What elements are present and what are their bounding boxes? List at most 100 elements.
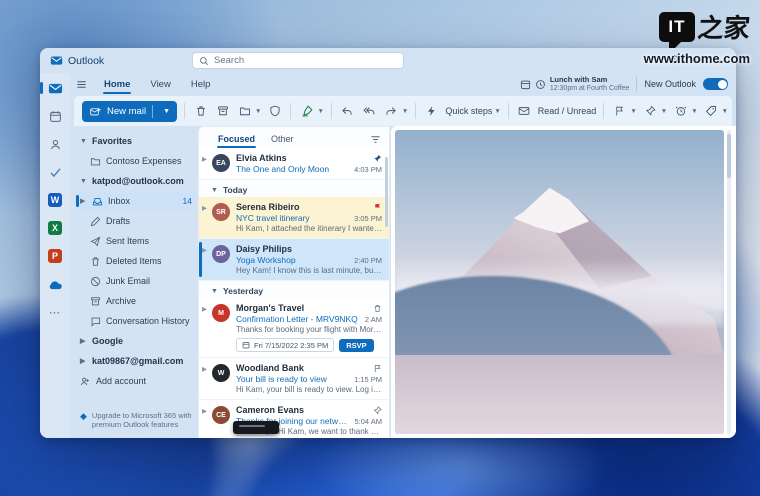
- quick-steps-icon[interactable]: [423, 102, 440, 120]
- pin-icon[interactable]: [373, 154, 382, 163]
- event-chip[interactable]: Fri 7/15/2022 2:35 PM: [236, 338, 335, 352]
- chevron-right-icon: ▶: [80, 338, 86, 345]
- expand-icon[interactable]: ▶: [202, 365, 207, 373]
- message-row[interactable]: ▶ W Woodland Bank Your bill is ready to …: [199, 358, 389, 400]
- report-icon[interactable]: [266, 102, 283, 120]
- junk-icon: [90, 276, 101, 287]
- folder-contoso-expenses[interactable]: Contoso Expenses: [76, 151, 196, 171]
- rail-calendar-icon[interactable]: [44, 106, 66, 126]
- rail-word-icon[interactable]: W: [44, 190, 66, 210]
- message-row[interactable]: ▶ CE Cameron Evans joining our network 5…: [199, 400, 389, 438]
- expand-icon[interactable]: ▶: [202, 407, 207, 415]
- ribbon-more-icon[interactable]: ⋯: [735, 105, 736, 118]
- tab-help[interactable]: Help: [182, 76, 220, 93]
- group-header-yesterday[interactable]: ▼ Yesterday: [199, 281, 389, 298]
- message-list-scrollbar[interactable]: [384, 157, 388, 227]
- message-row-selected[interactable]: ▶ DP Daisy Philips Yoga Workshop 2:40 PM: [199, 239, 389, 281]
- rsvp-button[interactable]: RSVP: [339, 338, 374, 352]
- flag-hover-icon[interactable]: [373, 364, 382, 373]
- nav-toggle-icon[interactable]: [76, 79, 87, 90]
- reply-icon[interactable]: [339, 102, 356, 120]
- expand-icon[interactable]: ▶: [202, 204, 207, 212]
- group-header-today[interactable]: ▼ Today: [199, 180, 389, 197]
- desktop: IT 之家 www.ithome.com Outlook Search ⚙ ✧: [0, 0, 760, 496]
- new-mail-button[interactable]: New mail ▼: [82, 100, 177, 122]
- rail-powerpoint-icon[interactable]: P: [44, 246, 66, 266]
- upgrade-banner[interactable]: ◆ Upgrade to Microsoft 365 with premium …: [76, 411, 196, 431]
- my-day-clock-icon: [535, 79, 546, 90]
- reading-pane-scrollbar[interactable]: [727, 130, 731, 434]
- chevron-down-icon[interactable]: ▼: [402, 108, 408, 115]
- avatar: W: [212, 364, 230, 382]
- chevron-down-icon: ▼: [211, 186, 218, 194]
- rail-onedrive-icon[interactable]: [44, 274, 66, 294]
- add-account-button[interactable]: Add account: [76, 371, 196, 391]
- chevron-down-icon[interactable]: ▼: [630, 108, 636, 115]
- message-row[interactable]: ▶ SR Serena Ribeiro NYC travel itinerary…: [199, 197, 389, 239]
- expand-icon[interactable]: ▶: [202, 155, 207, 163]
- new-outlook-toggle[interactable]: [703, 78, 728, 91]
- move-to-folder-icon[interactable]: [236, 102, 253, 120]
- account-header-outlook[interactable]: ▼ katpod@outlook.com: [76, 171, 196, 191]
- rail-more-apps-icon[interactable]: ⋯: [44, 302, 66, 322]
- folder-drafts[interactable]: Drafts: [76, 211, 196, 231]
- folder-deleted-items[interactable]: Deleted Items: [76, 251, 196, 271]
- quick-steps-label[interactable]: Quick steps: [445, 106, 492, 116]
- ribbon: New mail ▼ ▼ ▼ ▼ Quick steps ▼ Read / Un…: [74, 96, 736, 126]
- archive-hover-icon[interactable]: [373, 304, 382, 313]
- chevron-down-icon[interactable]: ▼: [661, 108, 667, 115]
- rail-excel-icon[interactable]: X: [44, 218, 66, 238]
- folder-sent-items[interactable]: Sent Items: [76, 231, 196, 251]
- forward-icon[interactable]: [383, 102, 400, 120]
- pin-hover-icon[interactable]: [373, 405, 382, 415]
- favorites-header[interactable]: ▼ Favorites: [76, 131, 196, 151]
- expand-icon[interactable]: ▶: [202, 246, 207, 254]
- account-email: katpod@outlook.com: [92, 176, 184, 186]
- snooze-icon[interactable]: [672, 102, 689, 120]
- message-sender: Serena Ribeiro: [236, 202, 300, 212]
- delete-icon[interactable]: [192, 102, 209, 120]
- rail-todo-icon[interactable]: [44, 162, 66, 182]
- flag-icon[interactable]: [373, 203, 382, 212]
- folder-archive[interactable]: Archive: [76, 291, 196, 311]
- folder-label: Inbox: [108, 196, 131, 206]
- account-header-gmail[interactable]: ▶ kat09867@gmail.com: [76, 351, 196, 371]
- read-unread-icon[interactable]: [516, 102, 533, 120]
- divider: [290, 103, 292, 119]
- tab-home[interactable]: Home: [95, 76, 139, 94]
- google-section-header[interactable]: ▶ Google: [76, 331, 196, 351]
- message-list: ▶ EA Elvia Atkins The One and Only Moon …: [199, 148, 389, 438]
- google-label: Google: [92, 336, 123, 346]
- folder-label: Deleted Items: [106, 256, 162, 266]
- tab-focused[interactable]: Focused: [211, 132, 262, 148]
- chevron-down-icon[interactable]: ▼: [255, 108, 261, 115]
- tab-view[interactable]: View: [141, 76, 179, 93]
- search-input[interactable]: Search: [192, 52, 404, 69]
- chevron-down-icon[interactable]: ▼: [494, 108, 500, 115]
- read-unread-label[interactable]: Read / Unread: [538, 106, 597, 116]
- ithome-logo-text: IT: [668, 16, 686, 36]
- reply-all-icon[interactable]: [361, 102, 378, 120]
- archive-icon[interactable]: [214, 102, 231, 120]
- message-row[interactable]: ▶ M Morgan's Travel Confirmation Letter …: [199, 298, 389, 358]
- pin-icon[interactable]: [642, 102, 659, 120]
- folder-junk-email[interactable]: Junk Email: [76, 271, 196, 291]
- rail-people-icon[interactable]: [44, 134, 66, 154]
- tag-icon[interactable]: [703, 102, 720, 120]
- rail-mail-icon[interactable]: [40, 78, 66, 98]
- tab-other[interactable]: Other: [264, 132, 301, 146]
- my-day-event-peek[interactable]: Lunch with Sam 12:30pm at Fourth Coffee: [520, 76, 629, 93]
- chevron-down-icon[interactable]: ▼: [691, 108, 697, 115]
- sweep-icon[interactable]: [298, 102, 315, 120]
- chevron-down-icon[interactable]: ▼: [722, 108, 728, 115]
- message-row[interactable]: ▶ EA Elvia Atkins The One and Only Moon …: [199, 148, 389, 180]
- expand-icon[interactable]: ▶: [202, 305, 207, 313]
- filter-icon[interactable]: [370, 134, 381, 145]
- folder-inbox[interactable]: ▶ Inbox 14: [76, 191, 196, 211]
- chevron-down-icon[interactable]: ▼: [317, 108, 323, 115]
- new-mail-dropdown-icon[interactable]: ▼: [159, 108, 174, 115]
- outlook-logo-icon: [50, 54, 63, 67]
- content-panes: ▼ Favorites Contoso Expenses ▼ katpod@ou…: [70, 126, 736, 438]
- flag-icon[interactable]: [611, 102, 628, 120]
- folder-conversation-history[interactable]: Conversation History: [76, 311, 196, 331]
